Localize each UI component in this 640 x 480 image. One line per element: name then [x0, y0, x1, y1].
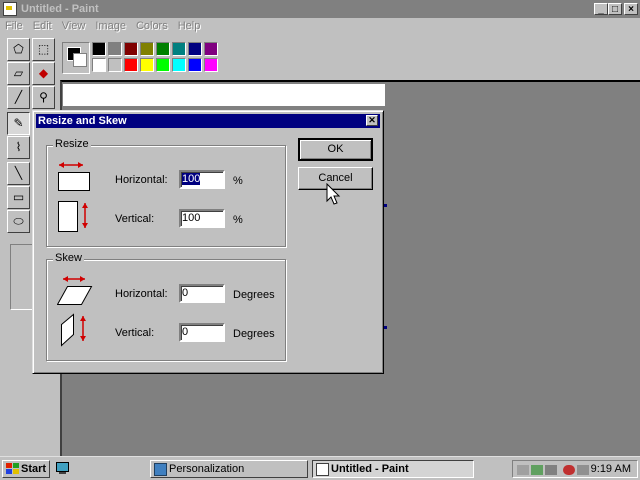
rect-select-icon[interactable]: ⬚: [32, 38, 55, 61]
pencil-icon[interactable]: ✎: [7, 112, 30, 135]
menu-file[interactable]: File: [0, 20, 28, 32]
tray-volume-icon[interactable]: [545, 465, 557, 475]
taskbar-item-label: Personalization: [169, 463, 245, 475]
resize-horizontal-label: Horizontal:: [115, 174, 168, 186]
tray-monitor-icon[interactable]: [531, 465, 543, 475]
skew-horizontal-input[interactable]: 0: [179, 284, 225, 303]
show-desktop-icon[interactable]: [56, 462, 70, 474]
color-swatch[interactable]: [204, 42, 218, 56]
taskbar-item-paint[interactable]: Untitled - Paint: [312, 460, 474, 478]
vertical-resize-icon: [58, 201, 88, 232]
system-tray: 9:19 AM: [512, 460, 638, 478]
menu-image[interactable]: Image: [90, 20, 131, 32]
resize-horizontal-input[interactable]: 100: [179, 170, 225, 189]
horizontal-skew-icon: [57, 276, 93, 305]
taskbar: Start Personalization Untitled - Paint 9…: [0, 456, 640, 480]
resize-vertical-unit: %: [233, 214, 243, 226]
brush-icon[interactable]: ⌇: [7, 136, 30, 159]
color-swatch[interactable]: [108, 58, 122, 72]
color-swatch[interactable]: [92, 58, 106, 72]
color-swatch[interactable]: [140, 58, 154, 72]
taskbar-item-label: Untitled - Paint: [331, 463, 409, 475]
window-title-bar: Untitled - Paint _ □ ×: [0, 0, 640, 18]
menu-help[interactable]: Help: [173, 20, 206, 32]
background-color[interactable]: [73, 53, 87, 67]
free-select-icon[interactable]: ⬠: [7, 38, 30, 61]
resize-vertical-input[interactable]: 100: [179, 209, 225, 228]
window-title: Untitled - Paint: [21, 3, 99, 15]
dialog-close-button[interactable]: ✕: [366, 115, 378, 126]
line-icon[interactable]: ╲: [7, 162, 30, 185]
tray-security-icon[interactable]: [563, 465, 575, 475]
color-swatch[interactable]: [156, 42, 170, 56]
menu-edit[interactable]: Edit: [28, 20, 57, 32]
resize-horizontal-unit: %: [233, 175, 243, 187]
horizontal-resize-icon: [58, 162, 90, 191]
paint-task-icon: [316, 463, 329, 476]
menu-colors[interactable]: Colors: [131, 20, 173, 32]
current-colors: [62, 42, 90, 74]
magnifier-icon[interactable]: ⚲: [32, 86, 55, 109]
color-swatch[interactable]: [188, 42, 202, 56]
canvas-resize-handle-corner[interactable]: [384, 326, 387, 329]
dialog-title-bar: Resize and Skew ✕: [36, 114, 380, 128]
color-swatch[interactable]: [108, 42, 122, 56]
eraser-icon[interactable]: ▱: [7, 62, 30, 85]
menu-view[interactable]: View: [57, 20, 91, 32]
skew-horizontal-label: Horizontal:: [115, 288, 168, 300]
resize-group-label: Resize: [53, 138, 91, 150]
color-swatch[interactable]: [92, 42, 106, 56]
tray-speaker-icon[interactable]: [577, 465, 589, 475]
canvas-resize-handle[interactable]: [384, 204, 387, 207]
skew-group: Skew Horizontal: 0 Degrees Vertical: 0 D…: [46, 252, 286, 361]
personalization-icon: [154, 463, 167, 476]
resize-vertical-label: Vertical:: [115, 213, 155, 225]
maximize-button[interactable]: □: [608, 3, 622, 15]
color-swatch[interactable]: [124, 58, 138, 72]
color-swatch[interactable]: [140, 42, 154, 56]
skew-vertical-input[interactable]: 0: [179, 323, 225, 342]
resize-skew-dialog: Resize and Skew ✕ Resize Horizontal: 100…: [32, 110, 384, 374]
rectangle-icon[interactable]: ▭: [7, 186, 30, 209]
dialog-title: Resize and Skew: [38, 115, 127, 127]
mouse-cursor-icon: [326, 183, 341, 205]
skew-group-label: Skew: [53, 252, 84, 264]
ok-button[interactable]: OK: [298, 138, 373, 161]
resize-group: Resize Horizontal: 100 % Vertical: 100 %: [46, 138, 286, 247]
minimize-button[interactable]: _: [594, 3, 608, 15]
menu-bar: File Edit View Image Colors Help: [0, 18, 640, 34]
color-swatch[interactable]: [172, 58, 186, 72]
color-swatch[interactable]: [172, 42, 186, 56]
skew-vertical-label: Vertical:: [115, 327, 155, 339]
windows-logo-icon: [6, 463, 19, 474]
close-window-button[interactable]: ×: [624, 3, 638, 15]
vertical-skew-icon: [61, 313, 86, 347]
eyedropper-icon[interactable]: ╱: [7, 86, 30, 109]
color-swatch[interactable]: [188, 58, 202, 72]
skew-vertical-unit: Degrees: [233, 328, 275, 340]
color-palette: [60, 38, 230, 78]
color-swatch[interactable]: [124, 42, 138, 56]
start-button[interactable]: Start: [2, 460, 50, 478]
paint-app-icon[interactable]: [3, 2, 17, 16]
clock[interactable]: 9:19 AM: [591, 463, 631, 475]
drawing-canvas[interactable]: [63, 84, 385, 106]
color-swatch[interactable]: [204, 58, 218, 72]
tray-network-icon[interactable]: [517, 465, 529, 475]
ellipse-icon[interactable]: ⬭: [7, 210, 30, 233]
taskbar-item-personalization[interactable]: Personalization: [150, 460, 308, 478]
skew-horizontal-unit: Degrees: [233, 289, 275, 301]
color-swatch[interactable]: [156, 58, 170, 72]
start-label: Start: [21, 463, 47, 475]
fill-icon[interactable]: ◆: [32, 62, 55, 85]
